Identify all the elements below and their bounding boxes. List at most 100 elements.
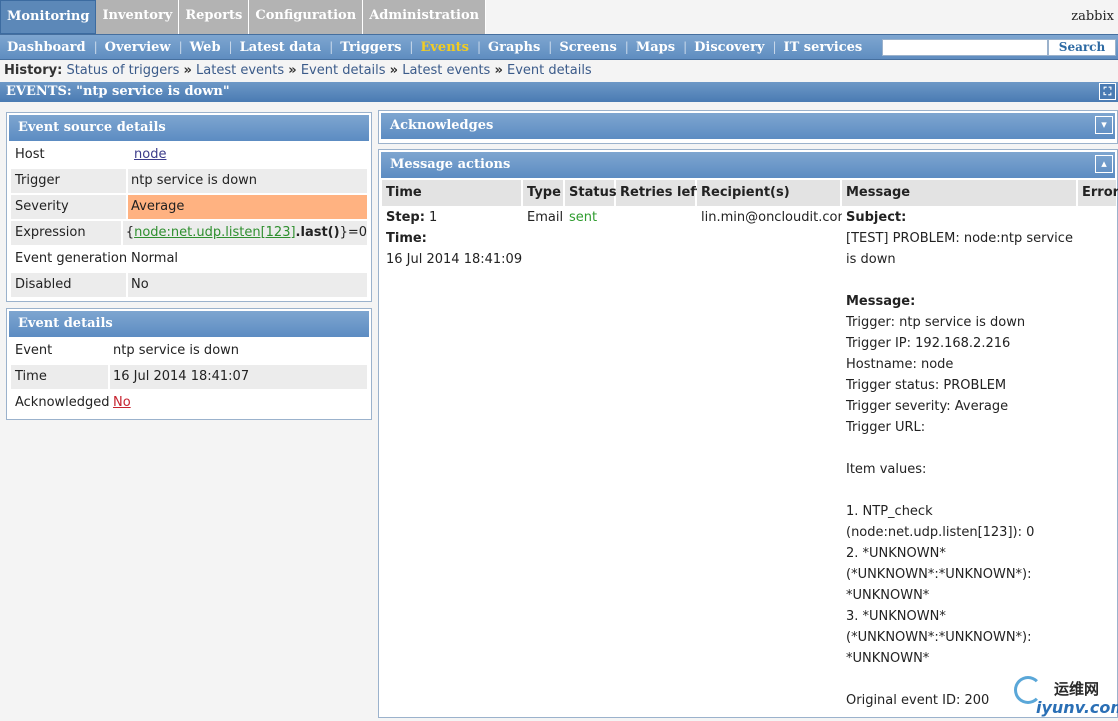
disabled-value: No (128, 273, 367, 297)
message-line: 2. *UNKNOWN* (846, 546, 946, 561)
sub-menu-web[interactable]: Web (183, 40, 229, 55)
sub-menu-overview[interactable]: Overview (98, 40, 179, 55)
top-menu-reports[interactable]: Reports (179, 0, 250, 34)
user-name: zabbix (1071, 9, 1114, 24)
watermark-logo: 运维网 iyunv.com (1014, 676, 1118, 721)
expand-icon[interactable]: ▾ (1095, 116, 1113, 134)
step-label: Step: (386, 210, 425, 225)
top-menu-inventory[interactable]: Inventory (96, 0, 180, 34)
message-line (846, 480, 1076, 501)
fullscreen-icon[interactable]: ⛶ (1099, 83, 1116, 100)
page-title: EVENTS: "ntp service is down" (6, 84, 230, 99)
trigger-value: ntp service is down (128, 169, 367, 193)
column-header-message: Message (842, 180, 1076, 206)
host-link[interactable]: node (134, 147, 166, 162)
message-line: 3. *UNKNOWN* (846, 609, 946, 624)
expression-brace: { (125, 225, 135, 240)
action-time-value: 16 Jul 2014 18:41:09 (386, 252, 523, 267)
cell-status: sent (565, 207, 614, 717)
message-actions-header: Message actions ▴ (381, 152, 1115, 178)
watermark-cn: 运维网 (1054, 680, 1100, 698)
history-link[interactable]: Status of triggers (66, 63, 179, 78)
event-details-panel: Event details Event ntp service is down … (6, 308, 372, 420)
history-separator: » (494, 63, 503, 78)
message-line: Trigger URL: (846, 420, 926, 435)
top-menu-administration[interactable]: Administration (363, 0, 487, 34)
expression-row: Expression {node:net.udp.listen[123].las… (11, 221, 367, 245)
event-source-panel: Event source details Host node Trigger n… (6, 112, 372, 302)
history-link[interactable]: Event details (301, 63, 386, 78)
message-actions-title: Message actions (390, 157, 511, 172)
message-line: Trigger severity: Average (846, 399, 1009, 414)
host-label: Host (11, 143, 126, 167)
history-separator: » (288, 63, 297, 78)
message-line: Message: (846, 294, 916, 309)
acknowledges-header: Acknowledges ▾ (381, 113, 1115, 139)
time-value: 16 Jul 2014 18:41:07 (110, 365, 367, 389)
message-line: Hostname: node (846, 357, 954, 372)
message-line: Subject: (846, 210, 907, 225)
severity-value: Average (128, 195, 367, 219)
sub-menu-it-services[interactable]: IT services (777, 40, 871, 55)
sub-menu-triggers[interactable]: Triggers (333, 40, 409, 55)
sub-menu: Dashboard | Overview | Web | Latest data | T… (0, 34, 1118, 60)
history-link[interactable]: Latest events (196, 63, 284, 78)
disabled-row: Disabled No (11, 273, 367, 297)
message-line: Trigger IP: 192.168.2.216 (846, 336, 1011, 351)
message-line: Trigger status: PROBLEM (846, 378, 1007, 393)
column-header-time: Time (382, 180, 521, 206)
sub-menu-dashboard[interactable]: Dashboard (0, 40, 94, 55)
cell-retries (616, 207, 695, 717)
column-header-type: Type (523, 180, 563, 206)
page-title-bar: EVENTS: "ntp service is down" ⛶ (0, 82, 1118, 102)
expression-label: Expression (11, 221, 121, 245)
step-value: 1 (429, 210, 438, 225)
event-label: Event (11, 339, 108, 363)
trigger-label: Trigger (11, 169, 126, 193)
message-line (846, 270, 1076, 291)
collapse-icon[interactable]: ▴ (1095, 155, 1113, 173)
history-link[interactable]: Latest events (402, 63, 490, 78)
sub-menu-screens[interactable]: Screens (552, 40, 624, 55)
message-line: (*UNKNOWN*:*UNKNOWN*): (846, 567, 1032, 582)
message-line: (*UNKNOWN*:*UNKNOWN*): (846, 630, 1032, 645)
event-generation-label: Event generation (11, 247, 127, 271)
time-row: Time 16 Jul 2014 18:41:07 (11, 365, 367, 389)
retries-value (620, 207, 695, 228)
sub-menu-graphs[interactable]: Graphs (481, 40, 548, 55)
top-menu-configuration[interactable]: Configuration (249, 0, 364, 34)
message-line: is down (846, 252, 896, 267)
search-button[interactable]: Search (1048, 39, 1116, 56)
history-label: History: (4, 63, 63, 78)
top-menu: Monitoring Inventory Reports Configurati… (0, 0, 487, 34)
status-value: sent (569, 210, 598, 225)
sub-menu-latest-data[interactable]: Latest data (233, 40, 330, 55)
column-header-retries: Retries left (616, 180, 702, 206)
sub-menu-discovery[interactable]: Discovery (687, 40, 772, 55)
time-sub-label: Time: (386, 231, 427, 246)
watermark-en: iyunv.com (1036, 698, 1118, 717)
message-line: *UNKNOWN* (846, 651, 930, 666)
event-value: ntp service is down (110, 339, 367, 363)
expression-item-link[interactable]: node:net.udp.listen[123] (134, 225, 295, 240)
history-link[interactable]: Event details (507, 63, 592, 78)
error-value (1082, 207, 1116, 228)
sub-menu-events[interactable]: Events (413, 40, 477, 55)
time-label: Time (11, 365, 108, 389)
column-header-status: Status (565, 180, 617, 206)
trigger-row: Trigger ntp service is down (11, 169, 367, 193)
message-line (846, 438, 1076, 459)
acknowledges-panel: Acknowledges ▾ (378, 110, 1118, 144)
cell-time: Step: 1 Time: 16 Jul 2014 18:41:09 (382, 207, 523, 717)
top-menu-monitoring[interactable]: Monitoring (0, 0, 97, 34)
acknowledges-title: Acknowledges (390, 118, 494, 133)
search-input[interactable] (882, 39, 1048, 56)
message-line: Trigger: ntp service is down (846, 315, 1026, 330)
message-line: 1. NTP_check (846, 504, 933, 519)
expression-value: {node:net.udp.listen[123].last()}=0 (122, 221, 367, 245)
acknowledged-row: Acknowledged No (11, 391, 367, 415)
severity-label: Severity (11, 195, 126, 219)
sub-menu-maps[interactable]: Maps (629, 40, 683, 55)
acknowledged-link[interactable]: No (113, 395, 131, 410)
event-generation-value: Normal (128, 247, 367, 271)
